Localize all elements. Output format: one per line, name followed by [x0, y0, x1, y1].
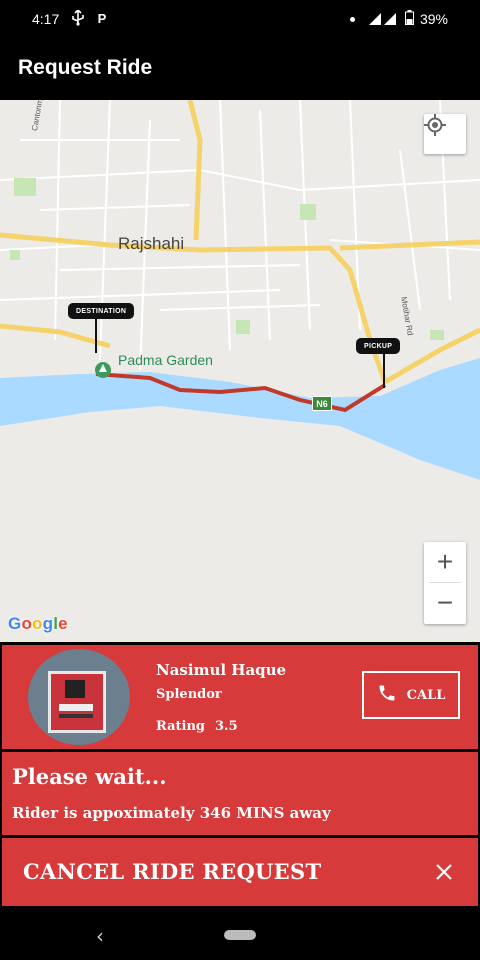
road-shield: N6	[312, 396, 332, 411]
vehicle-name: Splendor	[156, 687, 222, 702]
close-icon[interactable]	[432, 860, 456, 884]
zoom-in-button[interactable]: +	[424, 542, 466, 582]
driver-info-panel: Nasimul Haque Splendor Rating 3.5 CALL	[2, 645, 478, 749]
ride-status-panel: Please wait... Rider is appoximately 346…	[2, 752, 478, 835]
driver-rating: Rating 3.5	[156, 719, 238, 734]
usb-icon	[70, 10, 86, 26]
call-button[interactable]: CALL	[362, 671, 460, 719]
map-view[interactable]: Rajshahi Padma Garden Cantonment Rd Moti…	[0, 100, 480, 642]
signal-icon	[368, 11, 399, 28]
city-label: Rajshahi	[118, 234, 185, 253]
system-nav-bar: ‹	[0, 910, 480, 960]
call-label: CALL	[406, 687, 446, 703]
zoom-controls: + −	[424, 542, 466, 624]
phone-icon	[377, 683, 397, 707]
cancel-label: CANCEL RIDE REQUEST	[23, 859, 322, 884]
battery-icon	[404, 10, 414, 28]
status-system-icons: 39%	[349, 10, 448, 28]
google-logo: Google	[8, 614, 68, 633]
my-location-button[interactable]	[424, 114, 466, 154]
app-bar: Request Ride	[0, 40, 480, 100]
main-roads	[0, 100, 480, 385]
eta-message: Rider is appoximately 346 MINS away	[12, 804, 331, 822]
back-icon[interactable]: ‹	[96, 924, 104, 948]
dot-icon	[349, 16, 355, 22]
status-time: 4:17	[32, 11, 60, 27]
pickup-stem	[383, 354, 385, 388]
rating-label: Rating	[156, 719, 206, 734]
map-canvas	[0, 100, 480, 480]
rating-value: 3.5	[215, 719, 238, 734]
poi-label: Padma Garden	[118, 352, 213, 368]
battery-percent: 39%	[419, 11, 448, 27]
driver-name: Nasimul Haque	[156, 661, 287, 679]
river	[0, 358, 480, 480]
cancel-ride-button[interactable]: CANCEL RIDE REQUEST	[2, 838, 478, 906]
destination-stem	[95, 319, 97, 353]
status-bar: 4:17 P 39%	[0, 0, 480, 40]
home-pill-icon[interactable]	[224, 930, 256, 940]
avatar-photo	[48, 671, 106, 733]
page-title: Request Ride	[18, 56, 153, 79]
avatar	[28, 649, 130, 745]
wait-title: Please wait...	[12, 764, 167, 789]
zoom-out-button[interactable]: −	[424, 583, 466, 623]
parking-icon: P	[97, 10, 107, 26]
pickup-marker: PICKUP	[356, 338, 401, 354]
status-notification-icons: P	[70, 10, 110, 26]
destination-marker: DESTINATION	[68, 303, 135, 319]
